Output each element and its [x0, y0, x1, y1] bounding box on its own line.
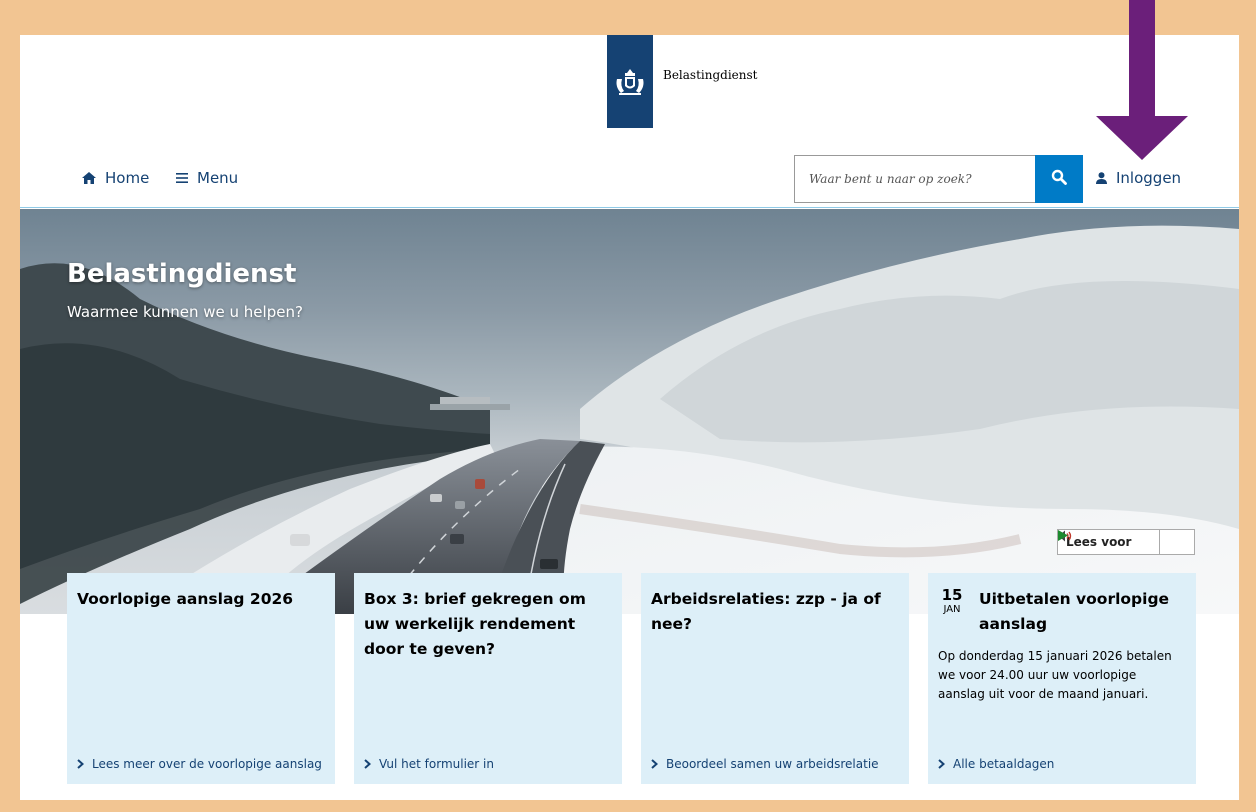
- home-link[interactable]: Home: [82, 169, 149, 187]
- card-link[interactable]: Vul het formulier in: [364, 755, 612, 774]
- play-button[interactable]: [1058, 530, 1194, 554]
- card-uitbetalen[interactable]: 15 JAN Uitbetalen voorlopige aanslag Op …: [928, 573, 1196, 784]
- card-link[interactable]: Beoordeel samen uw arbeidsrelatie: [651, 755, 899, 774]
- coat-of-arms-icon: [607, 35, 653, 128]
- card-title: Voorlopige aanslag 2026: [77, 590, 294, 608]
- date-badge: 15 JAN: [938, 587, 966, 616]
- search-input[interactable]: Waar bent u naar op zoek?: [794, 155, 1036, 203]
- card-link[interactable]: Lees meer over de voorlopige aanslag: [77, 755, 325, 774]
- search-placeholder: Waar bent u naar op zoek?: [809, 172, 972, 186]
- main-navigation: Home Menu Waar bent u naar op zoek? Inlo…: [20, 155, 1239, 208]
- hero-subtitle: Waarmee kunnen we u helpen?: [67, 303, 303, 321]
- menu-label: Menu: [197, 169, 239, 187]
- readspeaker-widget: Lees voor: [1057, 529, 1195, 555]
- card-title: Uitbetalen voorlopige aanslag: [979, 590, 1170, 633]
- card-header: 15 JAN Uitbetalen voorlopige aanslag: [938, 587, 1186, 637]
- card-voorlopige-aanslag[interactable]: Voorlopige aanslag 2026 Lees meer over d…: [67, 573, 335, 784]
- chevron-right-icon: [364, 759, 371, 769]
- card-arbeidsrelaties[interactable]: Arbeidsrelaties: zzp - ja of nee? Beoord…: [641, 573, 909, 784]
- search-button[interactable]: [1035, 155, 1083, 203]
- card-title: Box 3: brief gekregen om uw werkelijk re…: [364, 590, 586, 658]
- user-icon: [1096, 172, 1107, 184]
- chevron-right-icon: [651, 759, 658, 769]
- readspeaker-label: Lees voor: [1066, 535, 1132, 549]
- page-frame: Belastingdienst Home Menu Waar bent u na…: [20, 35, 1239, 800]
- card-link-label: Alle betaaldagen: [953, 757, 1055, 771]
- card-title: Arbeidsrelaties: zzp - ja of nee?: [651, 590, 881, 633]
- menu-button[interactable]: Menu: [176, 169, 238, 187]
- hamburger-icon: [176, 173, 188, 183]
- home-icon: [82, 172, 96, 184]
- card-link[interactable]: Alle betaaldagen: [938, 755, 1186, 774]
- down-arrow-annotation-icon: [1096, 0, 1188, 160]
- hero-title: Belastingdienst: [67, 259, 297, 289]
- readspeaker-button[interactable]: Lees voor: [1058, 530, 1160, 554]
- hero-banner: Belastingdienst Waarmee kunnen we u help…: [20, 209, 1239, 614]
- card-link-label: Lees meer over de voorlopige aanslag: [92, 757, 322, 771]
- home-label: Home: [105, 169, 150, 187]
- login-label: Inloggen: [1116, 169, 1182, 187]
- card-body: Op donderdag 15 januari 2026 betalen we …: [938, 649, 1172, 701]
- card-link-label: Vul het formulier in: [379, 757, 494, 771]
- chevron-right-icon: [938, 759, 945, 769]
- logo-text: Belastingdienst: [663, 67, 758, 82]
- login-link[interactable]: Inloggen: [1096, 169, 1181, 187]
- search-icon: [1051, 169, 1067, 189]
- card-link-label: Beoordeel samen uw arbeidsrelatie: [666, 757, 879, 771]
- play-icon: [1058, 530, 1068, 541]
- date-day: 15: [941, 586, 963, 604]
- date-month: JAN: [943, 604, 961, 615]
- card-box3[interactable]: Box 3: brief gekregen om uw werkelijk re…: [354, 573, 622, 784]
- chevron-right-icon: [77, 759, 84, 769]
- site-logo[interactable]: Belastingdienst: [607, 35, 757, 128]
